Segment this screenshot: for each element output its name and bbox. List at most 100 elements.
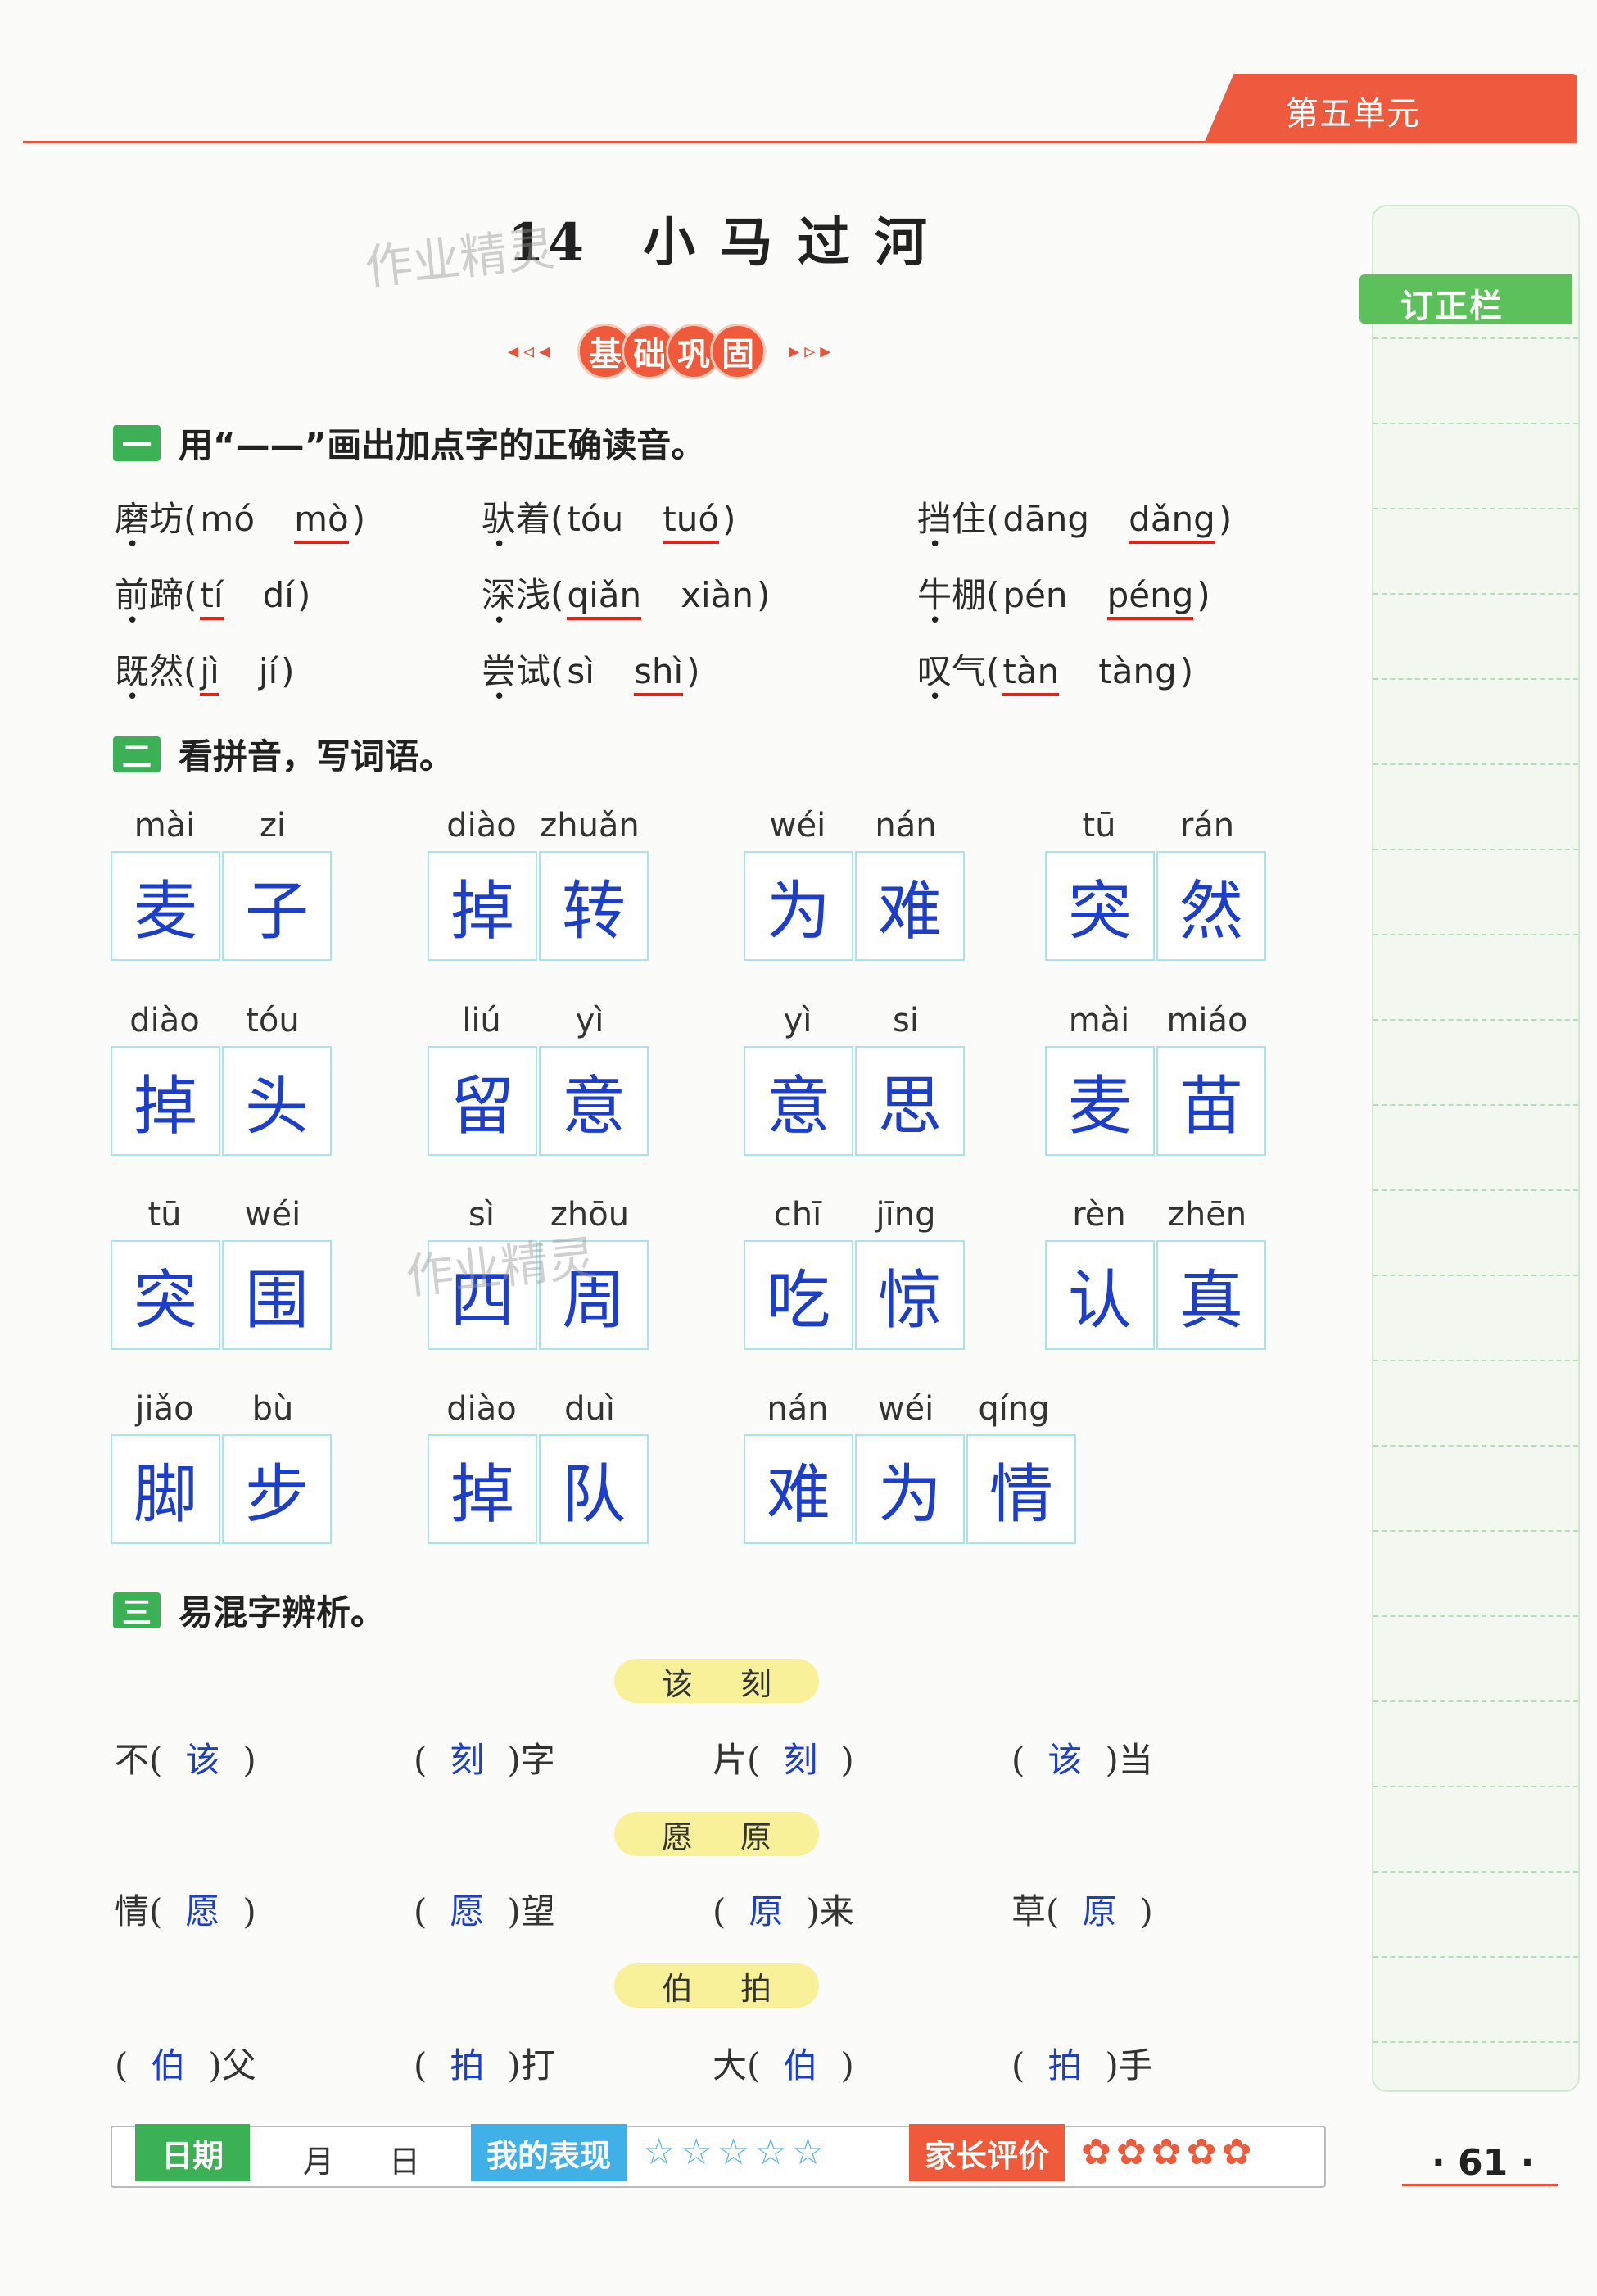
reading-word: 叹气 [917, 651, 987, 691]
right-arrows-icon: ▸▹▸ [789, 339, 836, 364]
revision-line [1373, 1530, 1578, 1532]
tianzige-box[interactable]: 麦 [1045, 1046, 1155, 1156]
reading-option[interactable]: jì [200, 651, 219, 696]
char-pair-pill: 愿原 [614, 1812, 819, 1856]
pinyin-row: mài miáo [1045, 1002, 1268, 1039]
reading-option[interactable]: tuó [663, 499, 720, 544]
emphasis-dot: • [493, 609, 506, 633]
fill-answer[interactable]: 拍 [1047, 2045, 1082, 2085]
tianzige-box[interactable]: 子 [222, 851, 332, 961]
reading-option[interactable]: pén [1002, 575, 1067, 615]
revision-line [1373, 1871, 1578, 1873]
tianzige-box[interactable]: 掉 [428, 1434, 537, 1544]
pinyin-syllable: qíng [978, 1390, 1050, 1428]
fill-post: )父 [208, 2045, 256, 2085]
q1-instruction: 用“——”画出加点字的正确读音。 [179, 425, 706, 465]
tianzige-box[interactable]: 吃 [744, 1240, 853, 1350]
reading-option[interactable]: tàng [1098, 651, 1176, 691]
tianzige-box[interactable]: 情 [966, 1434, 1076, 1544]
revision-line [1373, 678, 1578, 680]
fill-answer[interactable]: 该 [1047, 1740, 1082, 1780]
fill-pre: ( [414, 1740, 428, 1780]
reading-option[interactable]: sì [567, 651, 595, 691]
tianzige-box[interactable]: 难 [855, 851, 965, 961]
tianzige-box[interactable]: 思 [855, 1046, 965, 1156]
parent-flowers-icon[interactable]: ✿✿✿✿✿ [1081, 2131, 1256, 2173]
tianzige-box[interactable]: 围 [222, 1240, 332, 1350]
tianzige-box[interactable]: 真 [1156, 1240, 1266, 1350]
fill-blank-item: (原)来 [713, 1884, 854, 1934]
reading-option[interactable]: qiǎn [567, 575, 642, 620]
fill-answer[interactable]: 原 [749, 1891, 783, 1931]
tianzige-box[interactable]: 意 [539, 1046, 649, 1156]
tianzige-box[interactable]: 步 [222, 1434, 332, 1544]
fill-answer[interactable]: 该 [185, 1740, 219, 1780]
reading-option[interactable]: tí [200, 575, 224, 620]
reading-item: 挡住(dāng dǎng) [917, 491, 1232, 544]
pair-char: 伯 [661, 1970, 693, 2007]
tianzige-box[interactable]: 留 [428, 1046, 537, 1156]
tianzige-box[interactable]: 掉 [428, 851, 537, 961]
revision-panel[interactable] [1372, 205, 1580, 2092]
reading-option[interactable]: tàn [1002, 651, 1060, 696]
reading-option[interactable]: tóu [567, 499, 623, 539]
pinyin-word: diào duì 掉队 [428, 1390, 650, 1544]
reading-item: 尝试(sì shì) [482, 644, 700, 696]
tianzige-box[interactable]: 然 [1156, 851, 1266, 961]
fill-answer[interactable]: 刻 [450, 1740, 484, 1780]
fill-answer[interactable]: 伯 [783, 2045, 817, 2085]
reading-option[interactable]: shì [634, 651, 684, 696]
fill-blank-item: 情(愿) [115, 1884, 256, 1934]
q2-heading: 二 看拼音，写词语。 [113, 729, 454, 779]
pinyin-syllable: liú [462, 1002, 501, 1039]
fill-blank-item: (愿)望 [414, 1884, 555, 1934]
tianzige-box[interactable]: 头 [222, 1046, 332, 1156]
tianzige-row: 留意 [428, 1046, 650, 1156]
reading-option[interactable]: dǎng [1129, 499, 1215, 544]
reading-option[interactable]: dí [263, 575, 294, 615]
reading-option[interactable]: péng [1106, 575, 1194, 620]
tianzige-box[interactable]: 队 [539, 1434, 649, 1544]
fill-answer[interactable]: 愿 [450, 1891, 484, 1931]
tianzige-box[interactable]: 惊 [855, 1240, 965, 1350]
tianzige-box[interactable]: 难 [744, 1434, 853, 1544]
section-banner: ◂◃◂ 基 础 巩 固 ▸▹▸ [508, 324, 835, 379]
revision-line [1373, 1189, 1578, 1191]
parent-label: 家长评价 [909, 2124, 1065, 2181]
pinyin-row: tū wéi [111, 1196, 333, 1234]
reading-option[interactable]: dāng [1002, 499, 1089, 539]
tianzige-box[interactable]: 认 [1045, 1240, 1155, 1350]
tianzige-box[interactable]: 麦 [111, 851, 220, 961]
tianzige-box[interactable]: 为 [744, 851, 853, 961]
pinyin-word: tū wéi 突围 [111, 1196, 333, 1350]
pinyin-syllable: nán [875, 807, 937, 845]
emphasis-dot: • [929, 532, 942, 557]
tianzige-box[interactable]: 突 [1045, 851, 1155, 961]
reading-option[interactable]: jí [259, 651, 278, 691]
fill-answer[interactable]: 刻 [783, 1740, 817, 1780]
pinyin-row: tū rán [1045, 807, 1268, 845]
performance-stars-icon[interactable]: ☆☆☆☆☆ [643, 2131, 829, 2173]
fill-answer[interactable]: 伯 [151, 2045, 185, 2085]
tianzige-box[interactable]: 苗 [1156, 1046, 1266, 1156]
fill-answer[interactable]: 拍 [450, 2045, 484, 2085]
fill-pre: 情( [115, 1891, 163, 1931]
reading-word: 深浅 [482, 575, 551, 615]
tianzige-box[interactable]: 脚 [111, 1434, 220, 1544]
tianzige-box[interactable]: 突 [111, 1240, 220, 1350]
fill-post: ) [1139, 1891, 1153, 1931]
fill-answer[interactable]: 愿 [185, 1891, 219, 1931]
tianzige-row: 意思 [744, 1046, 966, 1156]
q3-instruction: 易混字辨析。 [179, 1592, 386, 1633]
tianzige-box[interactable]: 转 [539, 851, 649, 961]
reading-option[interactable]: mò [294, 499, 349, 544]
fill-post: )望 [507, 1891, 555, 1931]
fill-answer[interactable]: 原 [1082, 1891, 1116, 1931]
tianzige-box[interactable]: 为 [855, 1434, 965, 1544]
reading-option[interactable]: xiàn [681, 575, 753, 615]
reading-option[interactable]: mó [200, 499, 255, 539]
pinyin-syllable: diào [129, 1002, 200, 1039]
tianzige-box[interactable]: 掉 [111, 1046, 220, 1156]
tianzige-box[interactable]: 意 [744, 1046, 853, 1156]
reading-item: 驮着(tóu tuó) [482, 491, 735, 544]
